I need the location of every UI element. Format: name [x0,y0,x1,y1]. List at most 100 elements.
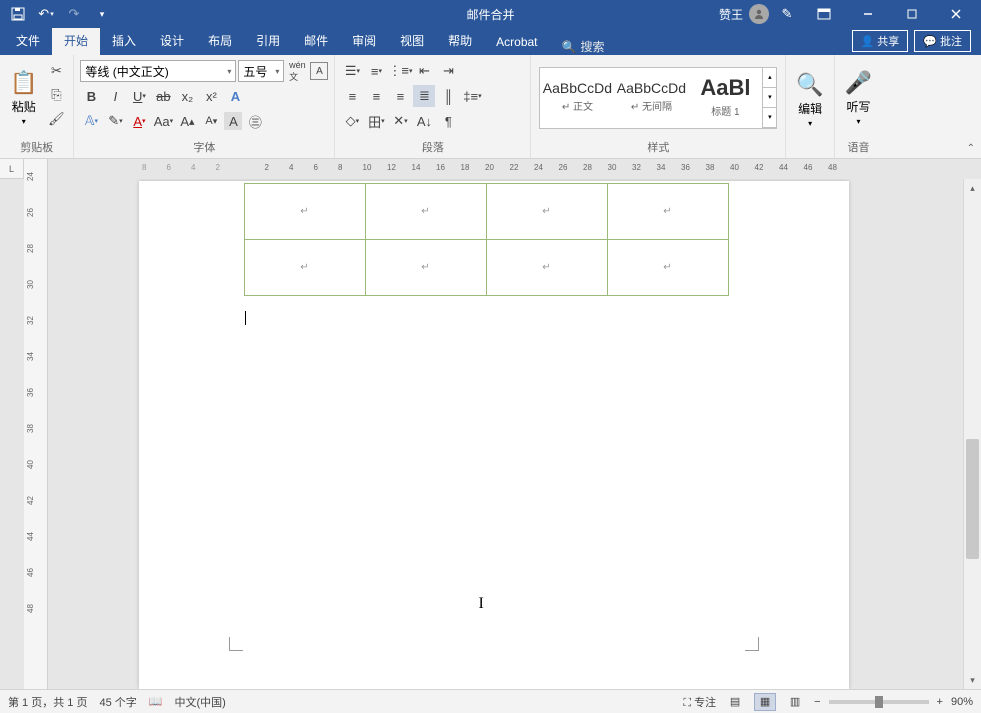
qat-customize-button[interactable]: ▾ [90,2,114,26]
scroll-thumb[interactable] [966,439,979,559]
minimize-button[interactable] [849,0,887,28]
save-button[interactable] [6,2,30,26]
paste-button[interactable]: 📋 粘贴 ▾ [4,58,43,137]
tab-design[interactable]: 设计 [148,27,196,55]
spell-check-icon[interactable]: 📖 [149,695,163,708]
distribute-button[interactable]: ║ [437,85,459,107]
multilevel-button[interactable]: ⋮≡▾ [389,60,411,82]
tab-view[interactable]: 视图 [388,27,436,55]
share-button[interactable]: 👤 共享 [852,30,909,52]
group-voice-label: 语音 [839,137,878,158]
sort-button[interactable]: A↓ [413,110,435,132]
align-center-button[interactable]: ≡ [365,85,387,107]
web-layout-button[interactable]: ▥ [784,693,806,711]
page[interactable]: ↵↵↵↵ ↵↵↵↵ I [139,181,849,689]
font-size-combo[interactable]: 五号▾ [238,60,284,82]
comments-button[interactable]: 💬 批注 [914,30,971,52]
status-bar: 第 1 页，共 1 页 45 个字 📖 中文(中国) ⛶ 专注 ▤ ▦ ▥ − … [0,689,981,713]
shrink-font-button[interactable]: A▾ [200,110,222,132]
redo-button[interactable]: ↷ [62,2,86,26]
zoom-level[interactable]: 90% [951,696,973,708]
tab-mailings[interactable]: 邮件 [292,27,340,55]
ribbon-options-button[interactable] [805,0,843,28]
tab-selector[interactable]: L [0,159,24,179]
zoom-in-button[interactable]: + [937,696,943,708]
char-border-button[interactable]: A [310,62,328,80]
phonetic-button[interactable]: wén文 [286,60,308,82]
focus-mode[interactable]: ⛶ 专注 [683,694,716,710]
style-normal[interactable]: AaBbCcDd↵ 正文 [541,69,613,125]
vertical-scrollbar[interactable]: ▴ ▾ [963,179,981,689]
search-box[interactable]: 🔍 搜索 [562,38,605,55]
editing-button[interactable]: 🔍编辑▾ [790,58,829,141]
gallery-scroll[interactable]: ▴▾▾ [762,68,776,128]
tab-insert[interactable]: 插入 [100,27,148,55]
ribbon: 📋 粘贴 ▾ ✂ ⎘ 🖌 剪贴板 等线 (中文正文)▾ 五号▾ wén文 A B… [0,55,981,159]
char-shading-button[interactable]: A [224,112,242,130]
indent-inc-button[interactable]: ⇥ [437,60,459,82]
zoom-out-button[interactable]: − [814,696,820,708]
workspace: L 86422468101214161820222426283032343638… [0,159,981,689]
align-right-button[interactable]: ≡ [389,85,411,107]
enclose-char-button[interactable]: ㊂ [244,110,266,132]
tab-layout[interactable]: 布局 [196,27,244,55]
close-button[interactable] [937,0,975,28]
shading-button[interactable]: ◇▾ [341,110,363,132]
word-count[interactable]: 45 个字 [99,694,136,710]
group-paragraph: ☰▾ ≡▾ ⋮≡▾ ⇤ ⇥ ≡ ≡ ≡ ≣ ║ ‡≡▾ ◇▾ 田▾ ✕▾ A↓ … [335,55,531,158]
font-outline-button[interactable]: 𝔸▾ [80,110,102,132]
grow-font-button[interactable]: A▴ [176,110,198,132]
tab-acrobat[interactable]: Acrobat [484,30,549,55]
style-heading1[interactable]: AaBl标题 1 [689,69,761,125]
collapse-ribbon-button[interactable]: ⌃ [967,143,975,154]
tab-review[interactable]: 审阅 [340,27,388,55]
strike-button[interactable]: ab [152,85,174,107]
style-nospace[interactable]: AaBbCcDd↵ 无间隔 [615,69,687,125]
superscript-button[interactable]: x² [200,85,222,107]
tab-references[interactable]: 引用 [244,27,292,55]
cut-button[interactable]: ✂ [45,60,67,82]
indent-dec-button[interactable]: ⇤ [413,60,435,82]
read-mode-button[interactable]: ▤ [724,693,746,711]
table-row[interactable]: ↵↵↵↵ [244,240,728,296]
tab-file[interactable]: 文件 [4,27,52,55]
line-spacing-button[interactable]: ‡≡▾ [461,85,483,107]
underline-button[interactable]: U▾ [128,85,150,107]
asian-layout-button[interactable]: ✕▾ [389,110,411,132]
align-left-button[interactable]: ≡ [341,85,363,107]
bold-button[interactable]: B [80,85,102,107]
text-effects-button[interactable]: A [224,85,246,107]
align-justify-button[interactable]: ≣ [413,85,435,107]
maximize-button[interactable] [893,0,931,28]
dictate-button[interactable]: 🎤听写▾ [839,58,878,137]
highlight-button[interactable]: ✎▾ [104,110,126,132]
styles-gallery[interactable]: AaBbCcDd↵ 正文 AaBbCcDd↵ 无间隔 AaBl标题 1 ▴▾▾ [539,67,777,129]
show-marks-button[interactable]: ¶ [437,110,459,132]
title-bar: ↶▾ ↷ ▾ 邮件合并 赞王 ✎ [0,0,981,28]
table-row[interactable]: ↵↵↵↵ [244,184,728,240]
copy-button[interactable]: ⎘ [45,84,67,106]
borders-button[interactable]: 田▾ [365,110,387,132]
word-table[interactable]: ↵↵↵↵ ↵↵↵↵ [244,183,729,296]
group-paragraph-label: 段落 [339,137,526,158]
search-icon: 🔍 [562,40,577,54]
subscript-button[interactable]: x₂ [176,85,198,107]
format-painter-button[interactable]: 🖌 [45,108,67,130]
undo-button[interactable]: ↶▾ [34,2,58,26]
tab-home[interactable]: 开始 [52,27,100,55]
italic-button[interactable]: I [104,85,126,107]
user-avatar[interactable] [749,4,769,24]
pen-icon[interactable]: ✎ [775,2,799,26]
document-area[interactable]: ↵↵↵↵ ↵↵↵↵ I [24,179,963,689]
language-status[interactable]: 中文(中国) [174,694,225,710]
bullets-button[interactable]: ☰▾ [341,60,363,82]
page-status[interactable]: 第 1 页，共 1 页 [8,694,87,710]
tab-help[interactable]: 帮助 [436,27,484,55]
char-case-button[interactable]: Aa▾ [152,110,174,132]
zoom-slider[interactable] [829,700,929,704]
font-color-button[interactable]: A▾ [128,110,150,132]
numbering-button[interactable]: ≡▾ [365,60,387,82]
font-name-combo[interactable]: 等线 (中文正文)▾ [80,60,236,82]
print-layout-button[interactable]: ▦ [754,693,776,711]
document-title: 邮件合并 [466,6,514,23]
